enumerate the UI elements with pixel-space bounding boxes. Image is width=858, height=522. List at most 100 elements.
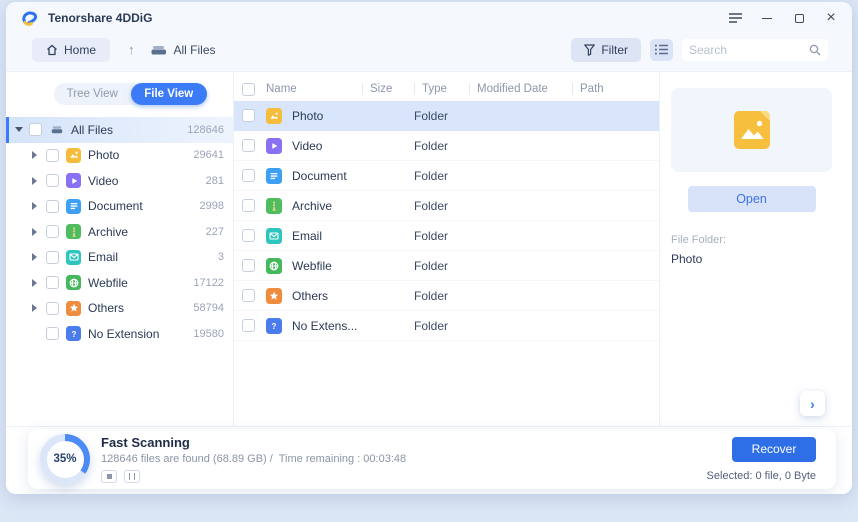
next-page-button[interactable]: › bbox=[800, 391, 825, 416]
app-title: Tenorshare 4DDiG bbox=[48, 11, 153, 25]
table-row-photo[interactable]: Photo Folder bbox=[234, 101, 659, 131]
document-folder-icon bbox=[66, 198, 81, 214]
chevron-right-icon[interactable] bbox=[32, 202, 46, 211]
chevron-down-icon[interactable] bbox=[15, 127, 29, 133]
checkbox[interactable] bbox=[46, 174, 59, 188]
table-row-archive[interactable]: Archive Folder bbox=[234, 191, 659, 221]
file-count: 281 bbox=[205, 174, 224, 187]
table-row-email[interactable]: Email Folder bbox=[234, 221, 659, 251]
row-type: Folder bbox=[414, 138, 449, 153]
sidebar-item-others[interactable]: Others 58794 bbox=[6, 296, 233, 322]
view-toggle: Tree View File View bbox=[54, 83, 207, 105]
pause-icon bbox=[129, 473, 135, 480]
table-row-webfile[interactable]: Webfile Folder bbox=[234, 251, 659, 281]
checkbox[interactable] bbox=[242, 109, 255, 122]
svg-text:?: ? bbox=[71, 330, 76, 339]
column-header-modified[interactable]: Modified Date bbox=[469, 83, 572, 95]
sidebar-item-no-extension[interactable]: ? No Extension 19580 bbox=[6, 321, 233, 347]
sidebar-item-document[interactable]: Document 2998 bbox=[6, 194, 233, 220]
checkbox[interactable] bbox=[46, 301, 59, 315]
search-box bbox=[682, 38, 828, 61]
table-row-video[interactable]: Video Folder bbox=[234, 131, 659, 161]
search-icon[interactable] bbox=[809, 44, 821, 56]
checkbox[interactable] bbox=[46, 225, 59, 239]
funnel-icon bbox=[584, 43, 596, 56]
filter-label: Filter bbox=[601, 42, 628, 57]
app-logo-icon bbox=[22, 11, 38, 26]
checkbox[interactable] bbox=[46, 250, 59, 264]
others-folder-icon bbox=[266, 287, 282, 304]
checkbox[interactable] bbox=[242, 319, 255, 332]
row-type: Folder bbox=[414, 108, 449, 123]
search-input[interactable] bbox=[689, 42, 803, 57]
file-count: 128646 bbox=[187, 123, 224, 136]
file-count: 3 bbox=[217, 251, 224, 264]
sidebar-item-webfile[interactable]: Webfile 17122 bbox=[6, 270, 233, 296]
chevron-right-icon[interactable] bbox=[32, 227, 46, 236]
column-header-name[interactable]: Name bbox=[266, 83, 362, 95]
sidebar-item-label: Document bbox=[88, 199, 143, 214]
table-row-others[interactable]: Others Folder bbox=[234, 281, 659, 311]
menu-icon[interactable] bbox=[728, 11, 742, 25]
checkbox[interactable] bbox=[29, 123, 42, 137]
row-type: Folder bbox=[414, 288, 449, 303]
email-folder-icon bbox=[66, 249, 81, 265]
tab-tree-view[interactable]: Tree View bbox=[54, 83, 131, 105]
file-count: 17122 bbox=[193, 276, 224, 289]
chevron-right-icon[interactable] bbox=[32, 304, 46, 313]
toolbar: Home ↑ All Files Filter bbox=[6, 34, 852, 72]
sidebar-item-photo[interactable]: Photo 29641 bbox=[6, 143, 233, 169]
checkbox[interactable] bbox=[242, 259, 255, 272]
filter-button[interactable]: Filter bbox=[571, 37, 641, 62]
table-row-document[interactable]: Document Folder bbox=[234, 161, 659, 191]
column-header-type[interactable]: Type bbox=[414, 83, 469, 95]
noext-folder-icon: ? bbox=[66, 326, 81, 342]
app-window: Tenorshare 4DDiG × Home ↑ All Files Filt… bbox=[6, 2, 852, 494]
breadcrumb-label: All Files bbox=[173, 42, 216, 57]
pause-scan-button[interactable] bbox=[124, 470, 140, 483]
file-count: 227 bbox=[205, 225, 224, 238]
chevron-right-icon[interactable] bbox=[32, 151, 46, 160]
select-all-checkbox[interactable] bbox=[242, 82, 255, 96]
close-button[interactable]: × bbox=[824, 9, 838, 26]
document-folder-icon bbox=[266, 167, 282, 184]
sidebar-item-label: Webfile bbox=[88, 275, 128, 290]
checkbox[interactable] bbox=[46, 199, 59, 213]
photo-folder-icon bbox=[66, 147, 81, 163]
chevron-right-icon[interactable] bbox=[32, 278, 46, 287]
stop-scan-button[interactable] bbox=[101, 470, 117, 483]
checkbox[interactable] bbox=[242, 139, 255, 152]
checkbox[interactable] bbox=[242, 289, 255, 302]
open-button[interactable]: Open bbox=[687, 186, 816, 212]
recover-button[interactable]: Recover bbox=[732, 436, 816, 462]
svg-text:?: ? bbox=[272, 321, 277, 330]
column-header-size[interactable]: Size bbox=[362, 83, 414, 95]
stop-icon bbox=[106, 474, 112, 479]
sidebar-item-archive[interactable]: Archive 227 bbox=[6, 219, 233, 245]
checkbox[interactable] bbox=[46, 327, 59, 341]
list-view-button[interactable] bbox=[650, 38, 673, 61]
chevron-right-icon[interactable] bbox=[32, 176, 46, 185]
sidebar-item-all-files[interactable]: All Files 128646 bbox=[6, 117, 233, 143]
scan-title: Fast Scanning bbox=[101, 435, 190, 450]
breadcrumb[interactable]: All Files bbox=[151, 43, 216, 57]
minimize-button[interactable] bbox=[760, 11, 774, 25]
table-row-noext[interactable]: ? No Extens... Folder bbox=[234, 311, 659, 341]
sidebar-item-label: Video bbox=[88, 173, 119, 188]
chevron-right-icon[interactable] bbox=[32, 253, 46, 262]
maximize-button[interactable] bbox=[792, 11, 806, 25]
tab-file-view[interactable]: File View bbox=[130, 83, 207, 105]
row-type: Folder bbox=[414, 198, 449, 213]
checkbox[interactable] bbox=[242, 169, 255, 182]
up-arrow-icon[interactable]: ↑ bbox=[128, 42, 135, 57]
sidebar-item-email[interactable]: Email 3 bbox=[6, 245, 233, 271]
home-button[interactable]: Home bbox=[32, 37, 111, 62]
column-header-path[interactable]: Path bbox=[572, 83, 659, 95]
checkbox[interactable] bbox=[242, 199, 255, 212]
checkbox[interactable] bbox=[46, 148, 59, 162]
checkbox[interactable] bbox=[242, 229, 255, 242]
checkbox[interactable] bbox=[46, 276, 59, 290]
file-count: 2998 bbox=[199, 200, 224, 213]
home-label: Home bbox=[64, 42, 97, 57]
sidebar-item-video[interactable]: Video 281 bbox=[6, 168, 233, 194]
